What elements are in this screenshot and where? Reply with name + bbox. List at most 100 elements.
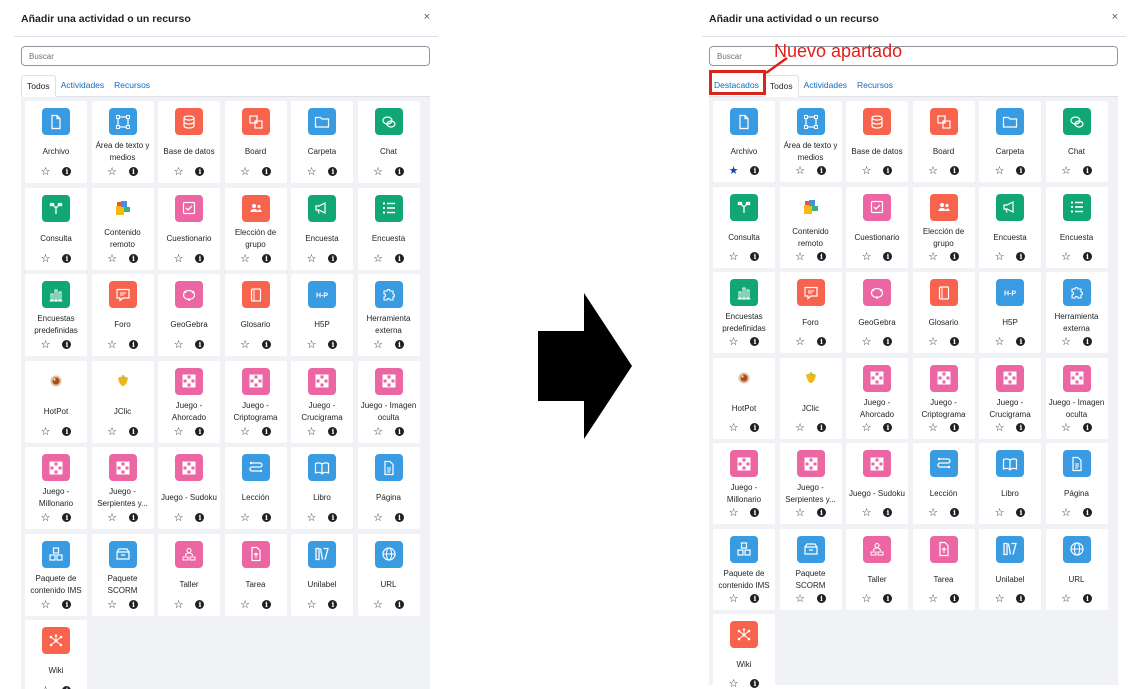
activity-card-base-de-datos[interactable]: Base de datos ☆ i [158, 101, 220, 183]
activity-card-url[interactable]: URL ☆ i [357, 533, 420, 616]
star-icon[interactable]: ☆ [795, 166, 805, 177]
activity-card-cuestionario[interactable]: Cuestionario ☆ i [158, 187, 220, 270]
activity-card-pagina[interactable]: Página ☆ i [357, 447, 420, 529]
info-icon[interactable]: i [195, 513, 205, 522]
star-icon[interactable]: ☆ [995, 508, 1005, 519]
activity-card-base-de-datos[interactable]: Base de datos ☆ i [846, 101, 908, 182]
activity-card-paquete-scorm[interactable]: Paquete SCORM ☆ i [91, 533, 154, 616]
info-icon[interactable]: i [1082, 251, 1092, 261]
star-icon[interactable]: ☆ [373, 599, 383, 610]
activity-card-carpeta[interactable]: Carpeta ☆ i [979, 101, 1041, 182]
info-icon[interactable]: i [195, 253, 205, 263]
activity-card-wiki[interactable]: Wiki☆i [25, 620, 87, 689]
info-icon[interactable]: i [128, 426, 138, 436]
star-icon[interactable]: ☆ [41, 599, 51, 610]
activity-card-herramienta-externa[interactable]: Herramienta externa ☆ i [1045, 272, 1108, 353]
info-icon[interactable]: i [261, 513, 271, 522]
info-icon[interactable]: i [750, 251, 760, 261]
star-icon[interactable]: ☆ [41, 167, 51, 178]
star-icon[interactable]: ☆ [307, 167, 317, 178]
info-icon[interactable]: i [328, 340, 338, 349]
activity-card-juego-millonario[interactable]: Juego - Millonario ☆ i [25, 447, 87, 529]
activity-card-area-de-texto-y-medios[interactable]: Área de texto y medios ☆ i [779, 101, 842, 182]
activity-card-cuestionario[interactable]: Cuestionario ☆ i [846, 186, 908, 268]
star-icon[interactable]: ☆ [729, 422, 739, 433]
activity-card-paquete-de-contenido-ims[interactable]: Paquete de contenido IMS ☆ i [713, 528, 775, 610]
star-icon[interactable]: ☆ [373, 426, 383, 437]
info-icon[interactable]: i [750, 679, 760, 688]
tab-actividades[interactable]: Actividades [56, 75, 109, 96]
star-icon[interactable]: ☆ [795, 422, 805, 433]
info-icon[interactable]: i [1082, 593, 1092, 603]
activity-card-encuesta[interactable]: Encuesta ☆ i [1045, 186, 1108, 268]
tab-actividades[interactable]: Actividades [799, 75, 852, 96]
activity-card-juego-imagen-oculta[interactable]: Juego - Imagen oculta ☆ i [1045, 357, 1108, 439]
info-icon[interactable]: i [195, 340, 205, 349]
info-icon[interactable]: i [62, 167, 72, 176]
activity-card-juego-crucigrama[interactable]: Juego - Crucigrama ☆ i [979, 357, 1041, 439]
info-icon[interactable]: i [750, 166, 760, 175]
star-icon[interactable]: ☆ [107, 513, 117, 524]
activity-card-carpeta[interactable]: Carpeta ☆ i [291, 101, 353, 183]
activity-card-jclic[interactable]: JClic ☆ i [779, 357, 842, 439]
activity-card-consulta[interactable]: Consulta ☆ i [713, 186, 775, 268]
star-icon[interactable]: ☆ [107, 167, 117, 178]
activity-card-eleccion-de-grupo[interactable]: Elección de grupo ☆ i [224, 187, 287, 270]
star-icon[interactable]: ☆ [307, 513, 317, 524]
star-icon[interactable]: ☆ [41, 340, 51, 351]
activity-card-unilabel[interactable]: Unilabel ☆ i [291, 533, 353, 616]
star-icon[interactable]: ☆ [1061, 508, 1071, 519]
info-icon[interactable]: i [62, 426, 72, 436]
activity-card-geogebra[interactable]: GeoGebra ☆ i [846, 272, 908, 353]
activity-card-area-de-texto-y-medios[interactable]: Área de texto y medios ☆ i [91, 101, 154, 183]
activity-card-juego-crucigrama[interactable]: Juego - Crucigrama ☆ i [291, 360, 353, 443]
activity-card-contenido-remoto[interactable]: Contenido remoto ☆ i [779, 186, 842, 268]
activity-card-board[interactable]: Board ☆ i [912, 101, 975, 182]
activity-card-juego-imagen-oculta[interactable]: Juego - Imagen oculta ☆ i [357, 360, 420, 443]
info-icon[interactable]: i [128, 253, 138, 263]
star-icon[interactable]: ☆ [107, 253, 117, 264]
info-icon[interactable]: i [949, 337, 959, 346]
star-icon[interactable]: ☆ [1061, 337, 1071, 348]
activity-card-foro[interactable]: Foro ☆ i [91, 274, 154, 356]
info-icon[interactable]: i [261, 599, 271, 609]
star-icon[interactable]: ☆ [729, 593, 739, 604]
activity-card-juego-criptograma[interactable]: Juego - Criptograma ☆ i [224, 360, 287, 443]
activity-card-geogebra[interactable]: GeoGebra ☆ i [158, 274, 220, 356]
star-icon[interactable]: ☆ [240, 340, 250, 351]
info-icon[interactable]: i [128, 167, 138, 176]
star-icon[interactable]: ☆ [1061, 166, 1071, 177]
info-icon[interactable]: i [195, 599, 205, 609]
info-icon[interactable]: i [1016, 251, 1026, 261]
activity-card-juego-criptograma[interactable]: Juego - Criptograma ☆ i [912, 357, 975, 439]
star-icon[interactable]: ☆ [795, 593, 805, 604]
star-icon[interactable]: ☆ [107, 340, 117, 351]
info-icon[interactable]: i [261, 167, 271, 176]
star-icon[interactable]: ☆ [862, 593, 872, 604]
star-icon[interactable]: ☆ [41, 253, 51, 264]
tab-todos[interactable]: Todos [21, 75, 56, 97]
info-icon[interactable]: i [261, 426, 271, 436]
info-icon[interactable]: i [128, 599, 138, 609]
star-icon[interactable]: ☆ [174, 513, 184, 524]
info-icon[interactable]: i [949, 422, 959, 432]
star-icon[interactable]: ☆ [795, 508, 805, 519]
star-icon[interactable]: ☆ [995, 337, 1005, 348]
star-icon[interactable]: ☆ [795, 337, 805, 348]
activity-card-encuestas-predefinidas[interactable]: Encuestas predefinidas ☆ i [25, 274, 87, 356]
star-icon[interactable]: ☆ [307, 340, 317, 351]
activity-card-juego-sudoku[interactable]: Juego - Sudoku ☆ i [846, 443, 908, 524]
activity-card-leccion[interactable]: Lección ☆ i [224, 447, 287, 529]
star-icon[interactable]: ☆ [862, 251, 872, 262]
info-icon[interactable]: i [816, 337, 826, 346]
star-icon[interactable]: ☆ [240, 426, 250, 437]
info-icon[interactable]: i [62, 513, 72, 522]
star-icon[interactable]: ☆ [373, 340, 383, 351]
activity-card-encuesta[interactable]: Encuesta ☆ i [979, 186, 1041, 268]
info-icon[interactable]: i [394, 426, 404, 436]
activity-card-archivo[interactable]: Archivo ★ i [713, 101, 775, 182]
info-icon[interactable]: i [816, 593, 826, 603]
activity-card-juego-serpientes-y[interactable]: Juego - Serpientes y... ☆ i [779, 443, 842, 524]
star-icon[interactable]: ☆ [41, 513, 51, 524]
close-button[interactable]: × [424, 11, 430, 23]
